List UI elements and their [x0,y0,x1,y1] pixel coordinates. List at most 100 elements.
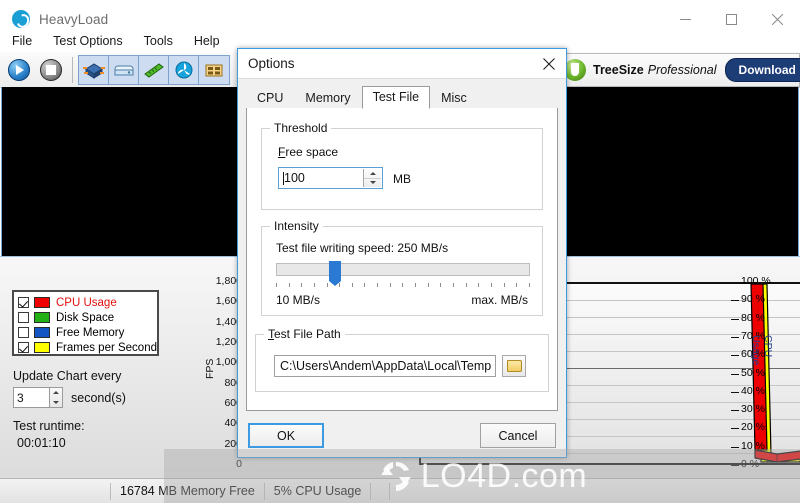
legend-color-swatch [34,312,50,323]
folder-icon [506,360,522,372]
update-interval-unit: second(s) [71,390,126,405]
tab-test-file[interactable]: Test File [361,86,431,109]
legend-label: Frames per Second [56,341,157,354]
spin-down-button[interactable] [50,398,62,408]
menu-test-options[interactable]: Test Options [44,32,131,50]
cpu-tick-label: 90 % [741,293,765,306]
spin-up-button[interactable] [364,169,381,179]
update-interval-stepper[interactable]: 3 second(s) [13,387,126,408]
cancel-button[interactable]: Cancel [480,423,556,448]
fps-tick-label: 400 [224,417,242,430]
legend-label: Disk Space [56,311,115,324]
banner-product: TreeSize [593,63,644,77]
menu-help[interactable]: Help [185,32,229,50]
test-file-path-group-title: Test File Path [264,327,345,341]
legend-item-frames-per-second[interactable]: Frames per Second [18,340,157,355]
chevron-down-icon [53,400,59,404]
test-runtime-value: 00:01:10 [17,436,66,450]
cpu-tick-mark [731,300,739,302]
stop-test-button[interactable] [36,55,66,85]
slider-max-label: max. MB/s [471,293,528,307]
fps-tick-label: 200 [224,437,242,450]
update-interval-input[interactable]: 3 [13,387,50,408]
tab-cpu[interactable]: CPU [246,87,294,109]
fps-tick-label: 800 [224,376,242,389]
options-dialog: Options CPU Memory Test File Misc Thresh… [237,48,567,458]
watermark-text: LO4D.com [420,456,588,495]
tab-memory[interactable]: Memory [294,87,361,109]
test-memory-button[interactable] [139,55,169,84]
legend-item-free-memory[interactable]: Free Memory [18,325,153,340]
heavyload-icon [12,10,30,28]
free-space-unit: MB [393,172,411,186]
update-interval-spin-buttons[interactable] [50,387,63,408]
cpu-tick-label: 50 % [741,366,765,379]
free-space-input[interactable]: 100 [278,167,383,189]
fps-tick-label: 1,600 [215,295,242,308]
lo4d-logo-icon [377,457,415,495]
threshold-group: Threshold Free space 100 MB [261,121,543,210]
start-test-button[interactable] [4,55,34,85]
window-title: HeavyLoad [39,11,109,27]
update-chart-label: Update Chart every [13,369,122,383]
slider-ticks [276,283,530,287]
free-space-value: 100 [284,171,305,185]
threshold-group-title: Threshold [270,121,332,135]
writing-speed-slider[interactable] [276,261,530,286]
legend-checkbox[interactable] [18,342,29,353]
close-icon [543,57,555,70]
legend-color-swatch [34,342,50,353]
fps-tick-label: 1,200 [215,336,242,348]
ok-button[interactable]: OK [248,423,324,448]
test-file-path-input[interactable]: C:\Users\Andem\AppData\Local\Temp [274,355,496,377]
test-file-path-value: C:\Users\Andem\AppData\Local\Temp [280,359,492,373]
test-disk-button[interactable] [109,55,139,84]
cpu-icon [82,62,105,79]
memory-icon [143,62,164,78]
test-cpu-button[interactable] [79,55,109,84]
dialog-title: Options [248,56,295,71]
cpu-tick-mark [731,318,739,320]
dialog-tabs: CPU Memory Test File Misc [246,85,558,109]
cpu-tick-label: 100 % [741,275,771,287]
menu-file[interactable]: File [3,32,41,50]
legend-color-swatch [34,327,50,338]
dialog-close-button[interactable] [532,49,566,78]
tab-misc[interactable]: Misc [430,87,478,109]
test-gpu-button[interactable] [169,55,199,84]
legend-item-cpu-usage[interactable]: CPU Usage [18,295,153,310]
browse-folder-button[interactable] [502,355,526,377]
slider-thumb[interactable] [329,261,341,286]
cpu-tick-mark [731,446,739,448]
cpu-tick-label: 30 % [741,403,765,416]
free-space-spin-buttons[interactable] [363,169,381,187]
chevron-down-icon [369,181,376,185]
cpu-tick-mark [731,410,739,412]
writing-speed-label: Test file writing speed: 250 MB/s [276,241,449,255]
cpu-tick-mark [731,282,739,283]
legend-color-swatch [34,297,50,308]
fan-icon [175,61,192,78]
intensity-group-title: Intensity [270,219,323,233]
test-device-button[interactable] [199,55,229,84]
fps-tick-label: 1,400 [215,315,242,328]
cpu-tick-mark [731,355,739,357]
spin-up-button[interactable] [50,388,62,398]
chevron-up-icon [53,391,59,395]
legend-item-disk-space[interactable]: Disk Space [18,310,153,325]
spin-down-button[interactable] [364,179,381,188]
legend-checkbox[interactable] [18,312,29,323]
legend-label: Free Memory [56,326,125,339]
fps-tick-label: 1,000 [215,356,242,369]
cpu-tick-label: 80 % [741,311,765,324]
treesize-icon [564,59,586,81]
legend-checkbox[interactable] [18,297,29,308]
cpu-tick-mark [731,391,739,393]
cpu-tick-mark [731,336,739,338]
menu-tools[interactable]: Tools [135,32,182,50]
legend-checkbox[interactable] [18,327,29,338]
disk-icon [114,65,133,75]
test-runtime-label: Test runtime: [13,419,85,433]
download-button[interactable]: Download [724,58,800,82]
treesize-banner[interactable]: TreeSize Professional Download [555,53,800,87]
